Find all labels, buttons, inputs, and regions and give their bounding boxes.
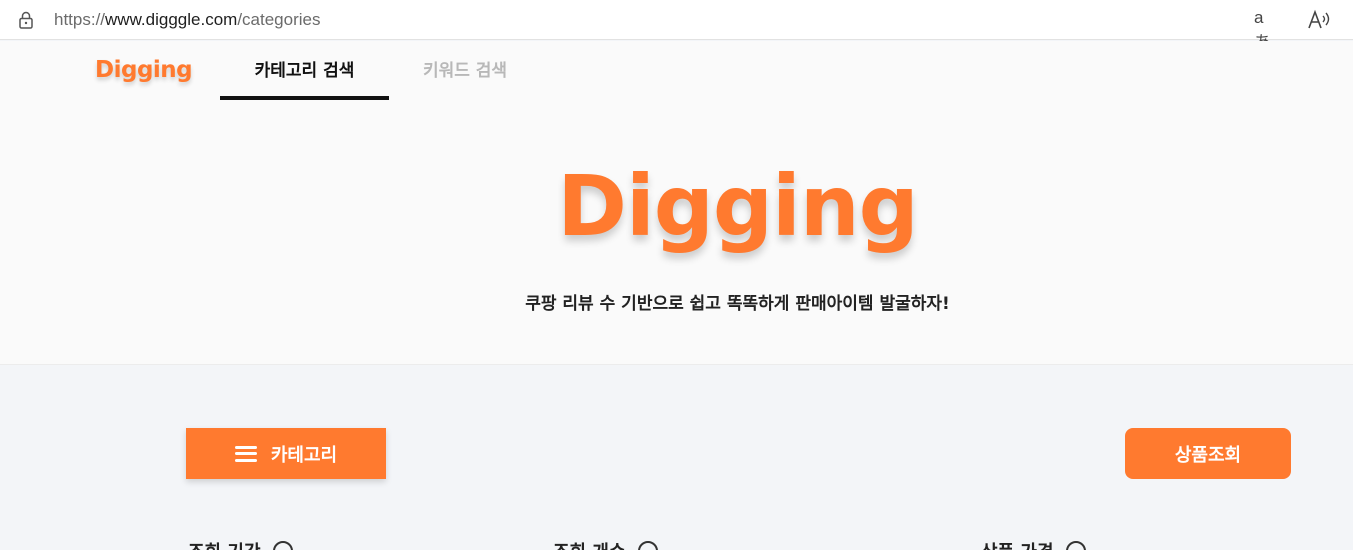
info-icon[interactable] <box>272 541 293 550</box>
filter-price: 상품 가격 <box>981 540 1086 550</box>
lock-icon[interactable] <box>17 11 35 29</box>
category-button-label: 카테고리 <box>270 444 338 466</box>
url-field[interactable]: https://www.digggle.com/categories <box>54 10 320 30</box>
url-host: www.digggle.com <box>105 10 238 29</box>
info-icon[interactable] <box>1065 541 1086 550</box>
filter-count: 조회 개수 <box>553 540 658 550</box>
info-icon[interactable] <box>637 541 658 550</box>
hero-title: Digging <box>557 157 919 255</box>
filter-count-label: 조회 개수 <box>553 538 626 550</box>
filter-period-label: 조회 기간 <box>188 538 261 550</box>
hamburger-icon <box>234 445 257 462</box>
header-logo[interactable]: Digging <box>95 57 193 83</box>
filter-period: 조회 기간 <box>188 540 293 550</box>
category-button[interactable]: 카테고리 <box>186 428 386 479</box>
url-scheme: https:// <box>54 10 106 29</box>
product-search-button[interactable]: 상품조회 <box>1125 428 1291 479</box>
tab-keyword-search[interactable]: 키워드 검색 <box>405 55 525 100</box>
filter-price-label: 상품 가격 <box>981 538 1054 550</box>
hero-tagline: 쿠팡 리뷰 수 기반으로 쉽고 똑똑하게 판매아이템 발굴하자! <box>525 294 950 314</box>
browser-address-bar: https://www.digggle.com/categories aあ <box>0 0 1353 52</box>
translate-icon[interactable]: aあ <box>1254 8 1280 52</box>
read-aloud-icon[interactable] <box>1306 8 1332 32</box>
tab-category-search[interactable]: 카테고리 검색 <box>220 55 389 100</box>
hero-section: Digging 카테고리 검색 키워드 검색 Digging 쿠팡 리뷰 수 기… <box>0 41 1353 365</box>
url-path: /categories <box>237 10 321 29</box>
